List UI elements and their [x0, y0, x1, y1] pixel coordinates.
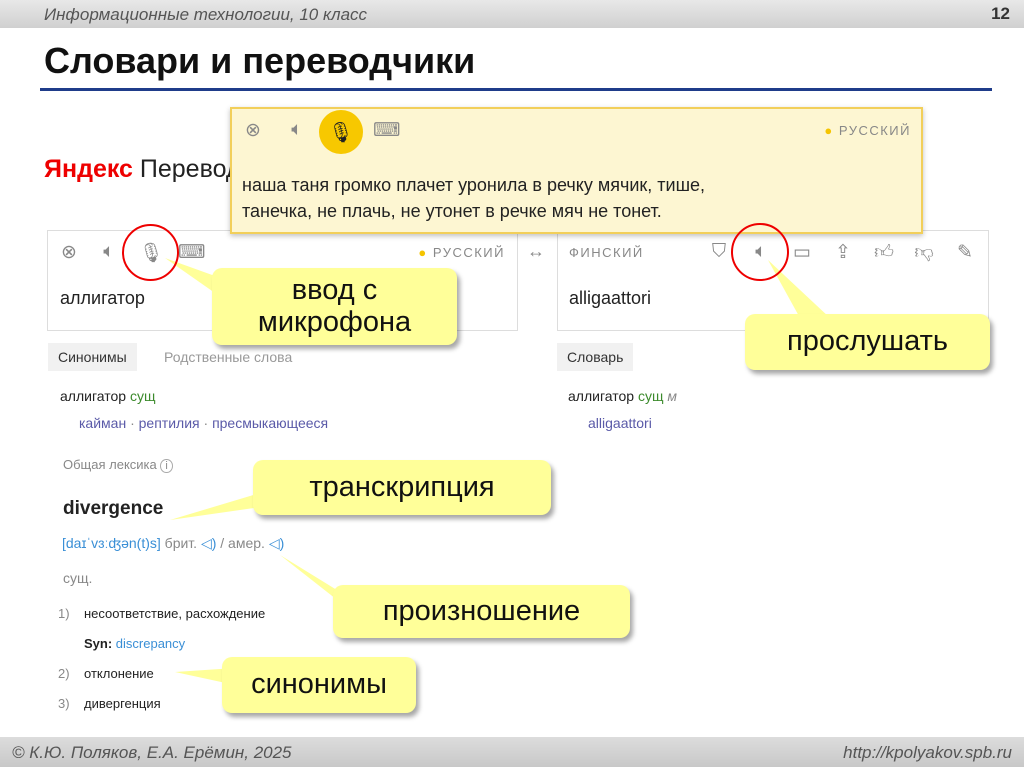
callout-mic: ввод с микрофона — [212, 268, 457, 345]
callout-pronunciation: произношение — [333, 585, 630, 638]
callout-pointers — [165, 258, 830, 685]
highlight-circle-mic — [122, 224, 179, 281]
callout-transcription: транскрипция — [253, 460, 551, 515]
highlight-circle-speaker — [731, 223, 789, 281]
callout-listen: прослушать — [745, 314, 990, 370]
callout-synonyms: синонимы — [222, 657, 416, 713]
